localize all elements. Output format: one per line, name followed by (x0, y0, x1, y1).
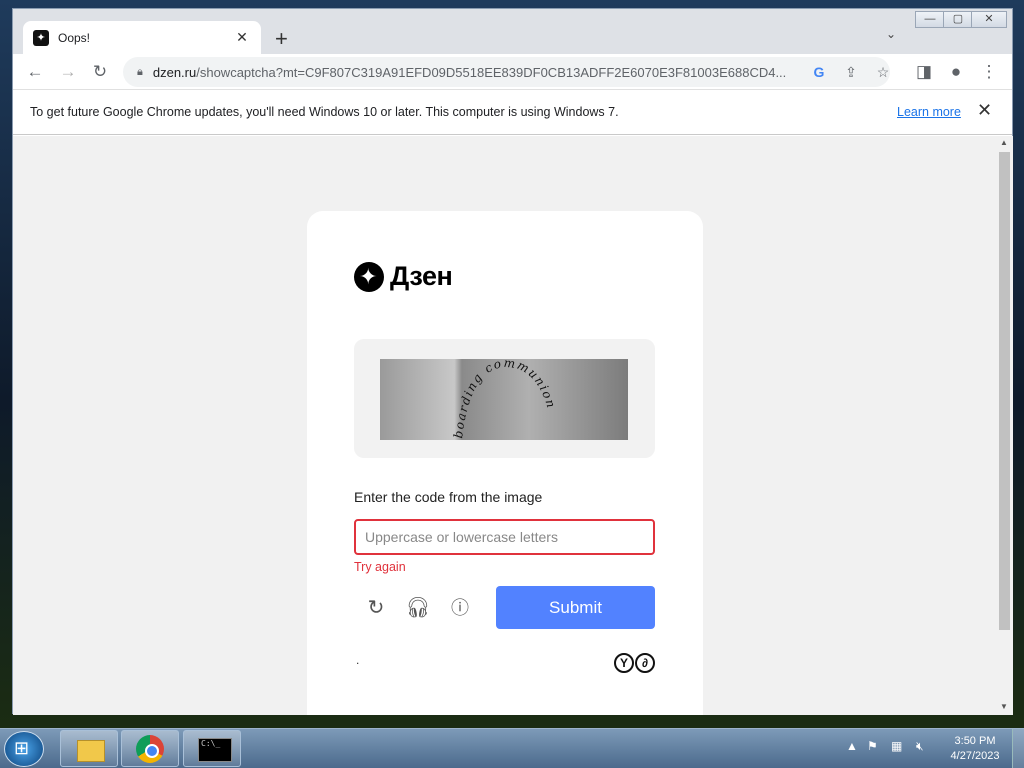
page-viewport: Дзен boarding communion Enter the code f… (13, 136, 996, 715)
taskbar-explorer-icon[interactable] (60, 730, 118, 767)
captcha-input[interactable] (354, 519, 655, 555)
tray-expand-icon[interactable]: ▲ (846, 739, 858, 753)
captcha-image: boarding communion (380, 359, 628, 440)
scrollbar-thumb[interactable] (999, 152, 1010, 630)
tray-network-icon[interactable]: ▦ (891, 739, 902, 753)
menu-kebab-icon[interactable]: ⋮ (977, 60, 1001, 84)
infobar-message: To get future Google Chrome updates, you… (30, 105, 619, 119)
taskbar-chrome-icon[interactable] (121, 730, 179, 767)
learn-more-link[interactable]: Learn more (897, 105, 961, 119)
browser-toolbar: ← → ↻ 🔒︎ dzen.ru/showcaptcha?mt=C9F807C3… (13, 54, 1012, 90)
logo-text: Дзен (390, 261, 453, 291)
error-message: Try again (354, 560, 406, 574)
clock-date: 4/27/2023 (950, 750, 1000, 762)
captcha-text: boarding communion (451, 359, 558, 439)
captcha-card: Дзен boarding communion Enter the code f… (307, 211, 703, 715)
url-text: dzen.ru/showcaptcha?mt=C9F807C319A91EFD0… (153, 65, 803, 80)
vertical-scrollbar[interactable]: ▲ ▼ (996, 136, 1013, 715)
tray-volume-muted-icon[interactable]: 🔇︎ (916, 739, 924, 754)
bookmark-star-icon[interactable]: ☆ (872, 61, 894, 83)
forward-arrow-icon[interactable]: → (56, 60, 80, 84)
start-button[interactable]: ⊞ (4, 731, 44, 767)
share-icon[interactable]: ⇪ (840, 61, 862, 83)
back-arrow-icon[interactable]: ← (23, 60, 47, 84)
tab-oops[interactable]: ✦ Oops! ✕ (23, 21, 261, 54)
windows-taskbar: ⊞ ▲ ⚑ ▦ 🔇︎ 3:50 PM 4/27/2023 (0, 728, 1024, 768)
reload-icon[interactable]: ↻ (88, 60, 112, 84)
submit-button[interactable]: Submit (496, 586, 655, 629)
google-translate-icon[interactable]: G (808, 61, 830, 83)
clock-time: 3:50 PM (954, 735, 996, 747)
lock-icon[interactable]: 🔒︎ (137, 66, 143, 79)
close-window-button[interactable]: ✕ (971, 11, 1007, 28)
headphones-audio-icon[interactable]: 🎧︎ (404, 594, 432, 622)
tab-strip: ✦ Oops! ✕ + ⌄ — ▢ ✕ (13, 9, 1012, 54)
info-icon[interactable]: ⓘ (446, 594, 474, 622)
infobar-close-icon[interactable]: ✕ (977, 100, 992, 121)
captcha-prompt: Enter the code from the image (354, 489, 543, 505)
dzen-logo-icon (354, 261, 384, 292)
minimize-button[interactable]: — (915, 11, 945, 28)
browser-window: ✦ Oops! ✕ + ⌄ — ▢ ✕ ← → ↻ 🔒︎ dzen.ru/sho… (12, 8, 1013, 715)
yandex-y-badge-icon[interactable]: Y (614, 653, 634, 673)
captcha-container: boarding communion (354, 339, 655, 458)
yandex-smartcaptcha-badge-icon[interactable]: ∂ (635, 653, 655, 673)
captcha-text-path: boarding communion (451, 359, 557, 439)
update-infobar: To get future Google Chrome updates, you… (13, 90, 1012, 135)
url-domain: dzen.ru (152, 64, 197, 80)
address-bar[interactable]: 🔒︎ dzen.ru/showcaptcha?mt=C9F807C319A91E… (123, 57, 890, 87)
profile-avatar-icon[interactable]: ● (944, 60, 968, 84)
footer-dot: . (356, 653, 360, 667)
tab-close-icon[interactable]: ✕ (233, 29, 251, 46)
maximize-button[interactable]: ▢ (943, 11, 973, 28)
tab-search-chevron-icon[interactable]: ⌄ (886, 27, 896, 41)
new-tab-button[interactable]: + (275, 26, 288, 52)
scroll-down-arrow-icon[interactable]: ▼ (1000, 702, 1008, 711)
windows-logo-icon: ⊞ (14, 738, 30, 758)
taskbar-clock[interactable]: 3:50 PM 4/27/2023 (945, 734, 1005, 764)
dzen-star-icon: ✦ (33, 29, 49, 46)
tray-action-center-icon[interactable]: ⚑ (867, 739, 878, 753)
url-path: /showcaptcha?mt=C9F807C319A91EFD09D5518E… (196, 64, 787, 80)
taskbar-cmd-icon[interactable] (183, 730, 241, 767)
side-panel-icon[interactable]: ◨ (912, 60, 936, 84)
refresh-icon[interactable]: ↻ (362, 594, 390, 622)
captcha-text-art: boarding communion (451, 359, 558, 439)
show-desktop-button[interactable] (1012, 729, 1024, 768)
scroll-up-arrow-icon[interactable]: ▲ (1000, 138, 1008, 147)
tab-title: Oops! (58, 30, 91, 45)
dzen-logo: Дзен (354, 261, 453, 292)
